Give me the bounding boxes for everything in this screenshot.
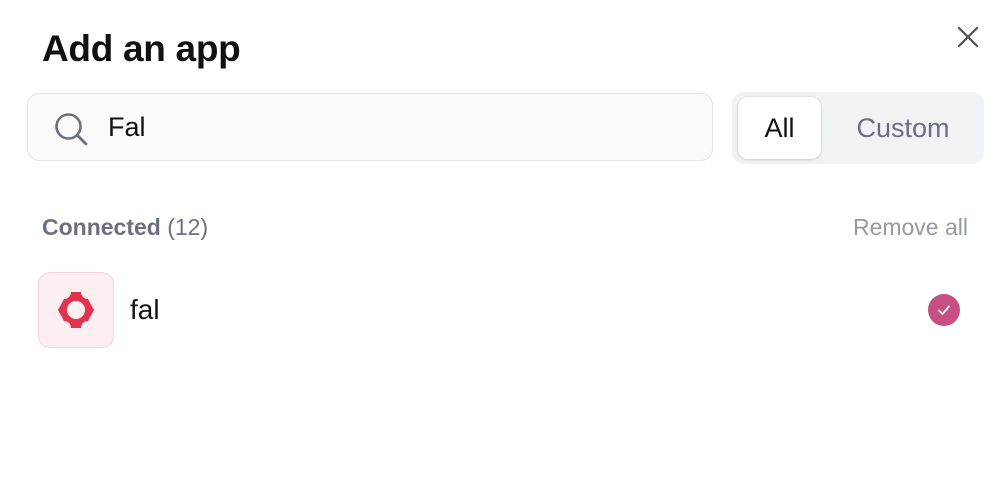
filter-custom-tab[interactable]: Custom	[832, 97, 974, 159]
selected-check[interactable]	[928, 294, 960, 326]
close-button[interactable]	[952, 21, 984, 53]
search-icon	[55, 113, 88, 146]
app-logo	[38, 272, 114, 348]
connected-count: (12)	[167, 214, 209, 240]
fal-logo-icon	[58, 292, 94, 328]
search-input[interactable]	[108, 94, 688, 160]
section-title: Connected	[42, 214, 161, 240]
add-app-dialog: Add an app All Custom Connected (12) Rem…	[0, 0, 1006, 498]
connected-section-label: Connected (12)	[42, 214, 208, 241]
app-row-fal[interactable]: fal	[38, 272, 968, 348]
search-box[interactable]	[27, 93, 713, 161]
app-name: fal	[130, 294, 160, 325]
close-icon	[957, 26, 979, 48]
filter-all-tab[interactable]: All	[738, 97, 821, 159]
filter-segmented-control: All Custom	[732, 92, 984, 164]
dialog-title: Add an app	[42, 28, 241, 69]
check-icon	[938, 305, 950, 315]
remove-all-button[interactable]: Remove all	[853, 214, 968, 241]
